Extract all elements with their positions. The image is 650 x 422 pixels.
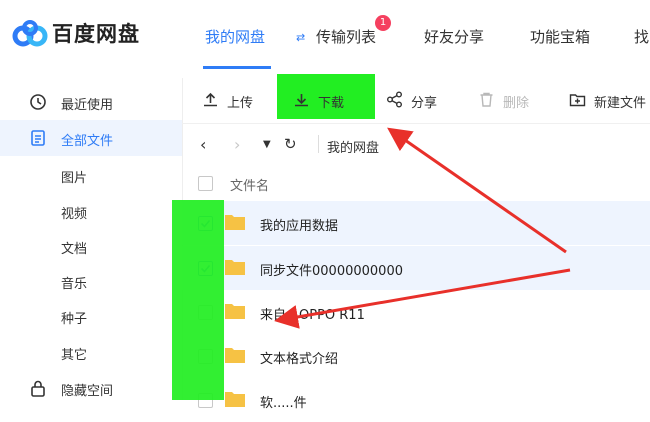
file-name[interactable]: 软.....件: [260, 392, 307, 411]
history-dropdown-icon[interactable]: ▼: [263, 139, 271, 150]
new-folder-icon: [569, 94, 586, 107]
share-icon: [387, 91, 402, 108]
file-name[interactable]: 文本格式介绍: [260, 348, 338, 367]
sidebar-item-torrents[interactable]: 种子: [0, 298, 182, 334]
nav-tab-my-disk[interactable]: 我的网盘: [205, 26, 265, 47]
sidebar-item-all-files[interactable]: 全部文件: [0, 120, 182, 156]
transfer-icon: ⇄: [296, 31, 306, 44]
sidebar: 最近使用 全部文件 图片 视频 文档 音乐 种子 其它 隐藏空间: [0, 78, 183, 400]
baidu-netdisk-logo-icon: [12, 20, 48, 47]
transfer-count-badge: 1: [375, 15, 391, 31]
folder-icon: [225, 260, 245, 275]
table-row[interactable]: 来自：OPPO R11: [182, 290, 650, 334]
sidebar-item-label: 文档: [61, 242, 88, 257]
folder-icon: [225, 348, 245, 363]
nav-tab-friend-share[interactable]: 好友分享: [424, 26, 484, 47]
sidebar-item-label: 隐藏空间: [61, 384, 114, 399]
sidebar-item-documents[interactable]: 文档: [0, 228, 182, 264]
lock-icon: [31, 380, 45, 397]
top-bar: 百度网盘 我的网盘 ⇄ 传输列表 1 好友分享 功能宝箱 找: [0, 0, 650, 70]
table-row[interactable]: 文本格式介绍: [182, 334, 650, 378]
select-all-checkbox[interactable]: [198, 176, 213, 191]
sidebar-item-others[interactable]: 其它: [0, 334, 182, 370]
clock-icon: [30, 94, 46, 110]
back-icon[interactable]: ‹: [200, 135, 206, 154]
checkbox-column-highlight: [172, 200, 224, 400]
file-name[interactable]: 来自：OPPO R11: [260, 304, 365, 323]
table-row[interactable]: 同步文件00000000000: [182, 246, 650, 290]
sidebar-item-label: 全部文件: [61, 134, 114, 149]
sidebar-item-hidden-space[interactable]: 隐藏空间: [0, 370, 182, 400]
folder-icon: [225, 392, 245, 407]
sidebar-item-images[interactable]: 图片: [0, 157, 182, 193]
file-name[interactable]: 我的应用数据: [260, 215, 338, 234]
folder-icon: [225, 215, 245, 230]
sidebar-item-music[interactable]: 音乐: [0, 263, 182, 299]
sidebar-item-label: 其它: [61, 348, 88, 363]
brand-name: 百度网盘: [52, 22, 140, 46]
nav-tab-transfer-list[interactable]: 传输列表: [316, 26, 376, 47]
sidebar-item-label: 图片: [61, 171, 88, 186]
download-icon: [295, 94, 308, 107]
forward-icon[interactable]: ›: [234, 135, 240, 154]
path-divider: [318, 135, 319, 153]
sidebar-item-label: 种子: [61, 312, 88, 327]
file-list-header: 文件名: [182, 166, 650, 200]
table-row[interactable]: 软.....件: [182, 378, 650, 422]
breadcrumb[interactable]: 我的网盘: [327, 137, 379, 156]
nav-tab-more[interactable]: 找: [634, 26, 649, 47]
nav-tab-toolbox[interactable]: 功能宝箱: [530, 26, 590, 47]
sidebar-item-label: 音乐: [61, 277, 88, 292]
refresh-icon[interactable]: ↻: [284, 135, 297, 153]
column-header-filename[interactable]: 文件名: [230, 175, 269, 194]
trash-icon: [480, 92, 493, 107]
sidebar-item-label: 最近使用: [61, 98, 114, 113]
path-bar: ‹ › ▼ ↻ 我的网盘: [182, 123, 650, 166]
toolbar: 上传 下载 分享 删除 新建文件: [182, 78, 650, 122]
sidebar-item-videos[interactable]: 视频: [0, 193, 182, 229]
file-icon: [31, 130, 45, 146]
sidebar-item-label: 视频: [61, 207, 88, 222]
file-name[interactable]: 同步文件00000000000: [260, 260, 403, 279]
sidebar-item-recent[interactable]: 最近使用: [0, 84, 182, 120]
active-tab-indicator: [203, 66, 271, 69]
upload-icon: [204, 92, 217, 107]
table-row[interactable]: 我的应用数据: [182, 201, 650, 245]
folder-icon: [225, 304, 245, 319]
